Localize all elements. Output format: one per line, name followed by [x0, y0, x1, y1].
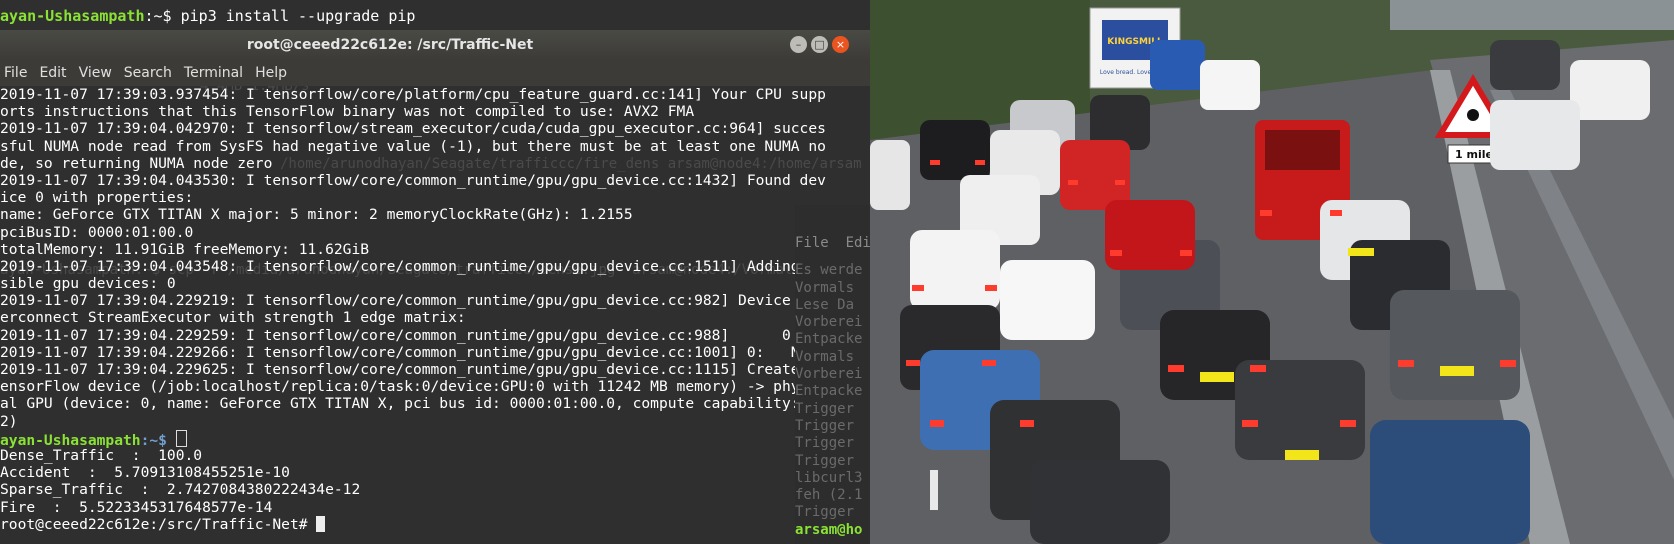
side-line: Trigger	[795, 400, 855, 417]
terminal-output[interactable]: 2019-11-07 17:39:03.937454: I tensorflow…	[0, 86, 870, 544]
menu-terminal[interactable]: Terminal	[180, 65, 251, 81]
side-line: arsam@ho	[795, 521, 863, 538]
menu-search[interactable]: Search	[120, 65, 180, 81]
output-line: name: GeForce GTX TITAN X major: 5 minor…	[0, 206, 633, 224]
output-line: ensorFlow device (/job:localhost/replica…	[0, 378, 826, 396]
traffic-photo[interactable]: KINGSMILL Love bread. Love toast. 1 mile	[870, 0, 1674, 544]
output-line: pciBusID: 0000:01:00.0	[0, 223, 194, 241]
output-line: sible gpu devices: 0	[0, 275, 176, 293]
side-line: Vormals	[795, 279, 863, 296]
side-line: Vorberei	[795, 314, 863, 331]
result-line: Dense_Traffic : 100.0	[0, 446, 203, 464]
menu-edit[interactable]: Edit	[35, 65, 74, 81]
minimize-button[interactable]: –	[790, 36, 807, 53]
side-line: feh (2.1	[795, 487, 863, 504]
prompt-command: pip3 install --upgrade pip	[171, 7, 416, 25]
output-line: 2019-11-07 17:39:04.042970: I tensorflow…	[0, 120, 826, 138]
terminal-titlebar[interactable]: root@ceeed22c612e: /src/Traffic-Net – □ …	[0, 30, 870, 61]
output-line: orts instructions that this TensorFlow b…	[0, 103, 695, 121]
svg-text:1 mile: 1 mile	[1455, 148, 1493, 161]
text-cursor	[316, 515, 326, 532]
side-menu: File Edit	[795, 235, 870, 251]
output-line: 2019-11-07 17:39:04.229219: I tensorflow…	[0, 292, 826, 310]
final-prompt: root@ceeed22c612e:/src/Traffic-Net#	[0, 515, 317, 533]
output-line: ice 0 with properties:	[0, 189, 194, 207]
output-line: 2019-11-07 17:39:04.043530: I tensorflow…	[0, 171, 826, 189]
traffic-scene: KINGSMILL Love bread. Love toast. 1 mile	[870, 0, 1674, 544]
side-line: Trigger	[795, 504, 855, 521]
side-line: Lese Da	[795, 296, 855, 313]
side-line: libcurl3	[795, 469, 863, 486]
output-line: 2019-11-07 17:39:03.937454: I tensorflow…	[0, 86, 826, 103]
side-line: Entpacke	[795, 331, 863, 348]
output-line: erconnect StreamExecutor with strength 1…	[0, 309, 466, 327]
output-line: sful NUMA node read from SysFS had negat…	[0, 137, 826, 155]
menu-help[interactable]: Help	[251, 65, 295, 81]
cursor-outline	[175, 429, 187, 447]
output-line: al GPU (device: 0, name: GeForce GTX TIT…	[0, 395, 826, 413]
output-line: 2019-11-07 17:39:04.043548: I tensorflow…	[0, 257, 826, 275]
result-line: Fire : 5.5223345317648577e-14	[0, 498, 273, 516]
prompt-line: ayan-Ushasampath:~$	[0, 429, 870, 449]
output-line: 2019-11-07 17:39:04.229259: I tensorflow…	[0, 326, 791, 344]
menu-view[interactable]: View	[75, 65, 120, 81]
output-line: 2019-11-07 17:39:04.229266: I tensorflow…	[0, 343, 800, 361]
output-line: 2019-11-07 17:39:04.229625: I tensorflow…	[0, 361, 826, 378]
output-line: totalMemory: 11.91GiB freeMemory: 11.62G…	[0, 240, 370, 258]
side-line: Trigger	[795, 452, 855, 469]
final-prompt-line[interactable]: root@ceeed22c612e:/src/Traffic-Net#	[0, 515, 870, 533]
result-line: Sparse_Traffic : 2.7427084380222434e-12	[0, 481, 361, 499]
output-line: 2)	[0, 412, 18, 430]
prompt-user: ayan-Ushasampath	[0, 7, 145, 25]
side-line: Vorberei	[795, 366, 863, 383]
result-line: Accident : 5.70913108455251e-10	[0, 464, 290, 482]
side-terminal[interactable]: File Edit Es werde Vormals Lese Da Vorbe…	[795, 205, 870, 544]
terminal-menubar: File Edit View Search Terminal Help	[0, 60, 870, 86]
prompt-sep: :~$	[144, 7, 172, 25]
side-line: Vormals	[795, 348, 863, 365]
underlying-shell-line: ayan-Ushasampath:~$ pip3 install --upgra…	[0, 0, 870, 32]
output-line: de, so returning NUMA node zero	[0, 154, 273, 172]
side-line: Entpacke	[795, 383, 863, 400]
window-title: root@ceeed22c612e: /src/Traffic-Net	[246, 37, 534, 53]
close-button[interactable]: ×	[832, 36, 849, 53]
side-line: Es werde	[795, 262, 863, 279]
side-line: Trigger	[795, 435, 855, 452]
menu-file[interactable]: File	[0, 65, 35, 81]
side-line: Trigger	[795, 417, 855, 434]
maximize-button[interactable]: □	[811, 36, 828, 53]
